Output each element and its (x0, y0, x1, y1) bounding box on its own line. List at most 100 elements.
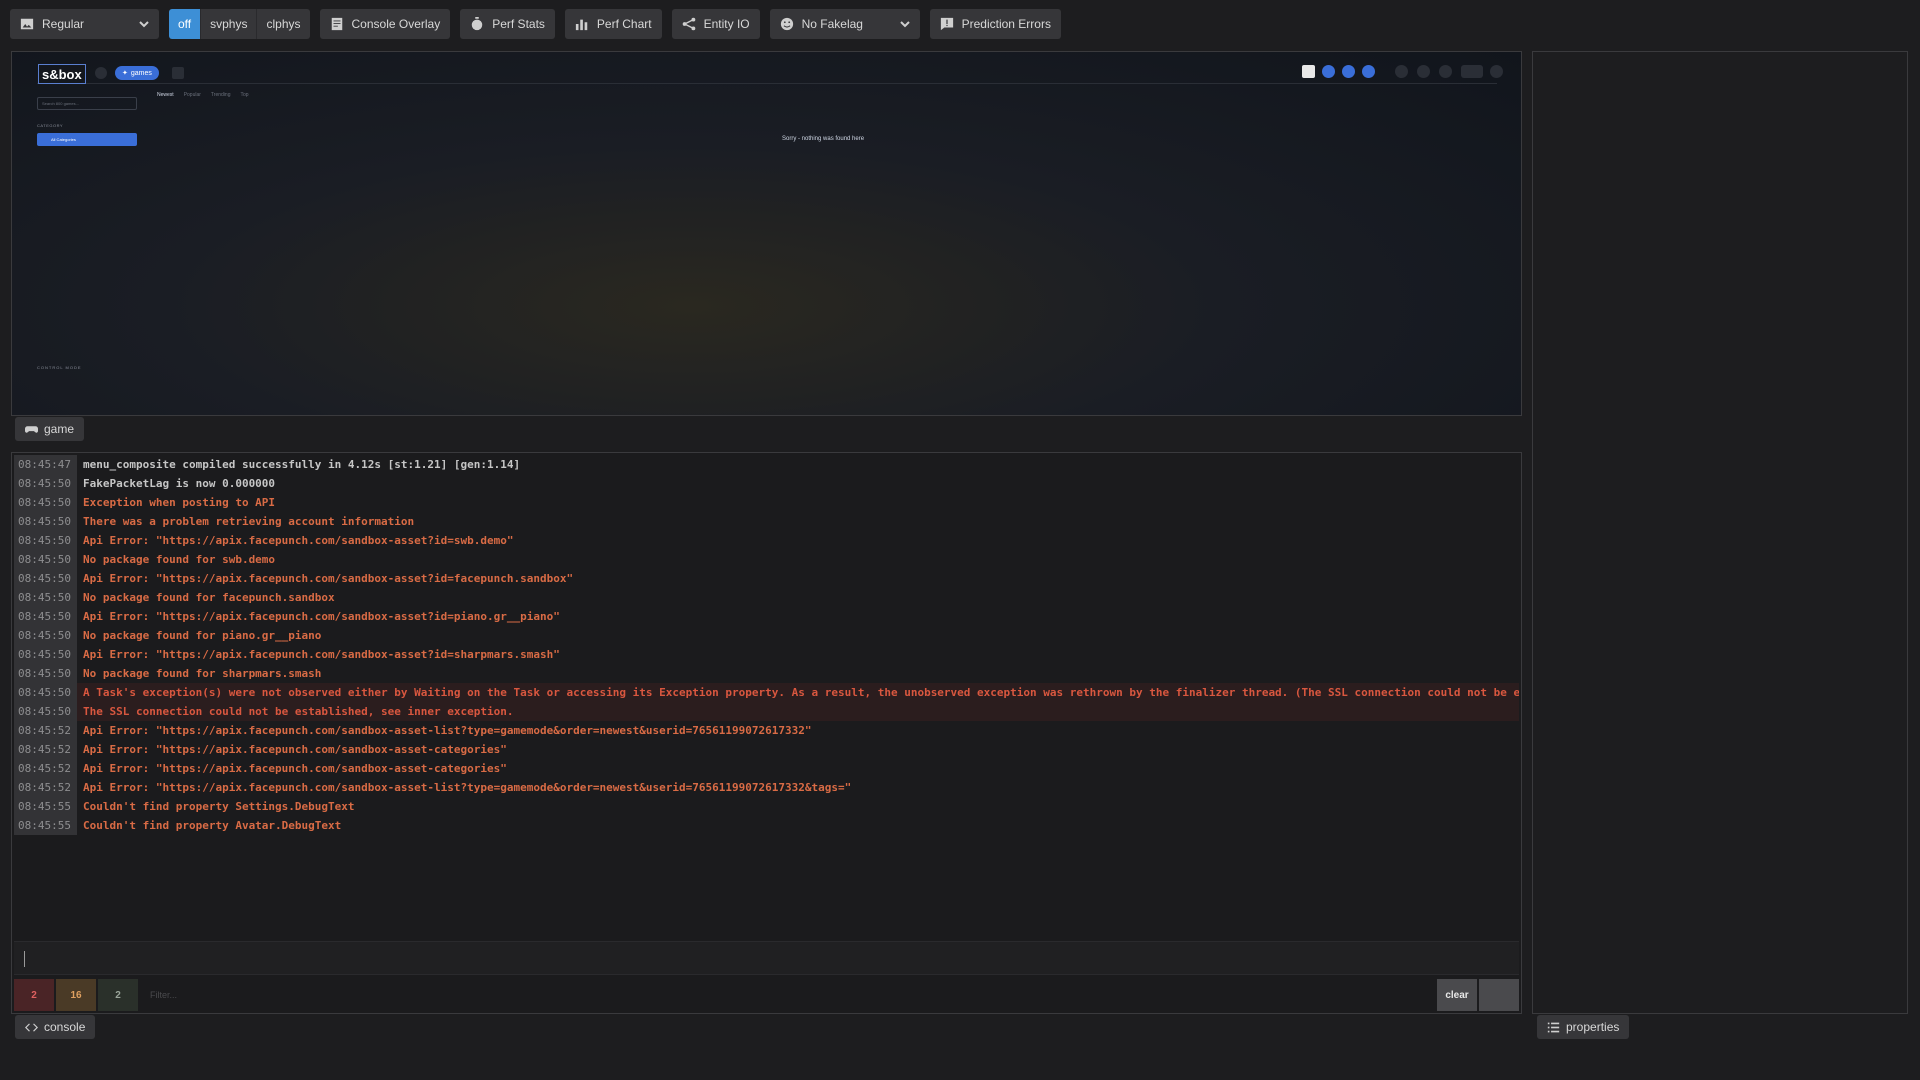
log-message: Api Error: "https://apix.facepunch.com/s… (83, 572, 574, 585)
tab-popular[interactable]: Popular (184, 92, 201, 98)
info-count-toggle[interactable]: 2 (98, 979, 138, 1011)
error-count-toggle[interactable]: 2 (14, 979, 54, 1011)
log-message: A Task's exception(s) were not observed … (83, 686, 1519, 699)
physics-svphys-button[interactable]: svphys (201, 9, 258, 39)
log-timestamp: 08:45:50 (14, 702, 77, 721)
friends-icon[interactable] (1461, 65, 1483, 78)
game-viewport[interactable]: s&box ✦ games Newest Popular Trending To… (11, 51, 1522, 416)
console-footer: 2 16 2 Filter... clear (14, 979, 1519, 1011)
physics-clphys-button[interactable]: clphys (257, 9, 310, 39)
log-message: Api Error: "https://apix.facepunch.com/s… (83, 724, 812, 737)
tab-top[interactable]: Top (240, 92, 248, 98)
grid-icon[interactable] (172, 67, 184, 79)
chevron-down-icon (139, 21, 149, 28)
tab-trending[interactable]: Trending (211, 92, 231, 98)
perf-stats-label: Perf Stats (492, 17, 545, 31)
avatar-badge-icon[interactable] (1342, 65, 1355, 78)
log-timestamp: 08:45:50 (14, 588, 77, 607)
fakelag-select-label: No Fakelag (801, 17, 863, 31)
log-row[interactable]: 08:45:55 Couldn't find property Avatar.De… (14, 816, 1519, 835)
log-message: menu_composite compiled successfully in … (83, 458, 521, 471)
entity-io-button[interactable]: Entity IO (671, 9, 760, 39)
perf-stats-button[interactable]: Perf Stats (460, 9, 555, 39)
lightning-icon[interactable] (1395, 65, 1408, 78)
log-row[interactable]: 08:45:55 Couldn't find property Settings.… (14, 797, 1519, 816)
log-row[interactable]: 08:45:50 A Task's exception(s) were not o… (14, 683, 1519, 702)
log-row[interactable]: 08:45:50 There was a problem retrieving a… (14, 512, 1519, 531)
log-message: Api Error: "https://apix.facepunch.com/s… (83, 610, 560, 623)
perf-chart-button[interactable]: Perf Chart (564, 9, 662, 39)
log-timestamp: 08:45:52 (14, 778, 77, 797)
games-pill-label: games (130, 69, 152, 77)
log-row[interactable]: 08:45:50 Api Error: "https://apix.facepun… (14, 531, 1519, 550)
home-icon[interactable] (95, 67, 107, 79)
log-row[interactable]: 08:45:52 Api Error: "https://apix.facepun… (14, 721, 1519, 740)
log-row[interactable]: 08:45:52 Api Error: "https://apix.facepun… (14, 740, 1519, 759)
log-row[interactable]: 08:45:50 No package found for swb.demo (14, 550, 1519, 569)
bar-chart-icon (575, 19, 588, 31)
properties-panel-tab-label: properties (1566, 1020, 1620, 1034)
warning-count-toggle[interactable]: 16 (56, 979, 96, 1011)
properties-panel (1532, 51, 1908, 1014)
cursor-icon[interactable] (1302, 65, 1315, 78)
log-timestamp: 08:45:50 (14, 569, 77, 588)
image-icon (20, 18, 34, 30)
physics-segment-group: off svphys clphys (169, 9, 310, 39)
gamepad-icon (25, 425, 38, 433)
game-search-input[interactable]: Search 800 games... (37, 97, 137, 110)
log-timestamp: 08:45:52 (14, 759, 77, 778)
log-row[interactable]: 08:45:50 No package found for facepunch.s… (14, 588, 1519, 607)
log-message: There was a problem retrieving account i… (83, 515, 415, 528)
console-overlay-button[interactable]: Console Overlay (319, 9, 451, 39)
console-option-button[interactable] (1479, 979, 1519, 1011)
mode-select[interactable]: Regular (10, 9, 159, 39)
log-timestamp: 08:45:52 (14, 721, 77, 740)
fakelag-select[interactable]: No Fakelag (769, 9, 920, 39)
game-panel-tab[interactable]: game (15, 417, 85, 441)
games-pill-button[interactable]: ✦ games (115, 66, 159, 80)
prediction-errors-label: Prediction Errors (961, 17, 1051, 31)
properties-panel-tab[interactable]: properties (1537, 1015, 1630, 1039)
log-message: Api Error: "https://apix.facepunch.com/s… (83, 648, 560, 661)
console-command-input[interactable] (14, 941, 1519, 975)
console-panel: 08:45:47 menu_composite compiled successf… (11, 452, 1522, 1014)
log-row[interactable]: 08:45:50 Api Error: "https://apix.facepun… (14, 569, 1519, 588)
game-logo[interactable]: s&box (38, 64, 86, 84)
share-icon (682, 17, 695, 31)
log-row[interactable]: 08:45:50 Api Error: "https://apix.facepun… (14, 645, 1519, 664)
log-row[interactable]: 08:45:50 Api Error: "https://apix.facepun… (14, 607, 1519, 626)
console-panel-tab-label: console (44, 1020, 86, 1034)
log-row[interactable]: 08:45:50 The SSL connection could not be … (14, 702, 1519, 721)
user-icon[interactable] (1439, 65, 1452, 78)
log-row[interactable]: 08:45:52 Api Error: "https://apix.facepun… (14, 759, 1519, 778)
log-message: Api Error: "https://apix.facepunch.com/s… (83, 743, 507, 756)
log-row[interactable]: 08:45:52 Api Error: "https://apix.facepun… (14, 778, 1519, 797)
log-row[interactable]: 08:45:50 No package found for sharpmars.s… (14, 664, 1519, 683)
log-timestamp: 08:45:50 (14, 664, 77, 683)
log-timestamp: 08:45:50 (14, 645, 77, 664)
all-categories-button[interactable]: All Categories (37, 133, 137, 146)
log-timestamp: 08:45:50 (14, 607, 77, 626)
log-message: Api Error: "https://apix.facepunch.com/s… (83, 781, 852, 794)
log-timestamp: 08:45:52 (14, 740, 77, 759)
console-panel-tab[interactable]: console (15, 1015, 96, 1039)
settings-icon[interactable] (1417, 65, 1430, 78)
log-timestamp: 08:45:50 (14, 474, 77, 493)
console-filter-input[interactable]: Filter... (140, 979, 1437, 1011)
power-icon[interactable] (1490, 65, 1503, 78)
physics-off-button[interactable]: off (169, 9, 202, 39)
prediction-errors-button[interactable]: Prediction Errors (929, 9, 1061, 39)
alert-message-icon (940, 17, 953, 31)
empty-results-message: Sorry - nothing was found here (782, 136, 865, 142)
log-row[interactable]: 08:45:50 FakePacketLag is now 0.000000 (14, 474, 1519, 493)
tab-newest[interactable]: Newest (157, 92, 174, 98)
console-log[interactable]: 08:45:47 menu_composite compiled successf… (14, 455, 1519, 840)
avatar-badge-icon[interactable] (1322, 65, 1335, 78)
entity-io-label: Entity IO (703, 17, 750, 31)
log-timestamp: 08:45:50 (14, 550, 77, 569)
log-row[interactable]: 08:45:47 menu_composite compiled successf… (14, 455, 1519, 474)
clear-button[interactable]: clear (1437, 979, 1477, 1011)
log-row[interactable]: 08:45:50 No package found for piano.gr__p… (14, 626, 1519, 645)
avatar-badge-icon[interactable] (1362, 65, 1375, 78)
log-row[interactable]: 08:45:50 Exception when posting to API (14, 493, 1519, 512)
